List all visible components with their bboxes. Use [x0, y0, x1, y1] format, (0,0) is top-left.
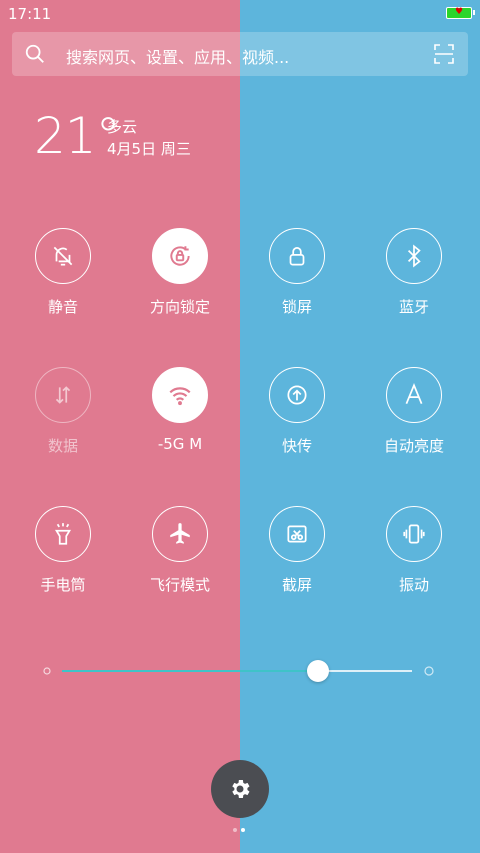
airplane-icon — [152, 506, 208, 562]
weather-date: 4月5日 周三 — [107, 140, 191, 158]
tile-label: 蓝牙 — [398, 298, 429, 316]
bluetooth-icon — [386, 228, 442, 284]
rotation-lock-icon — [152, 228, 208, 284]
search-bar[interactable]: 搜索网页、设置、应用、视频... — [12, 32, 468, 76]
tile-mute[interactable]: 静音 — [10, 228, 120, 328]
status-bar: 17:11 ♥ — [0, 0, 480, 28]
brightness-slider[interactable] — [62, 660, 412, 682]
vibrate-icon — [386, 506, 442, 562]
tile-data[interactable]: 数据 — [10, 367, 120, 467]
brightness-fill — [62, 670, 318, 672]
tile-label: 截屏 — [281, 576, 312, 594]
tile-label: 方向锁定 — [149, 298, 210, 316]
tile-flashlight[interactable]: 手电筒 — [10, 506, 120, 606]
tile-vibrate[interactable]: 振动 — [361, 506, 471, 606]
page-indicator — [231, 828, 251, 834]
bell-off-icon — [35, 228, 91, 284]
battery-icon: ♥ — [446, 7, 475, 19]
tile-quick-transfer[interactable]: 快传 — [244, 367, 354, 467]
tile-label: 静音 — [47, 298, 78, 316]
tile-label: 数据 — [47, 437, 78, 455]
tile-wifi[interactable]: -5G M — [127, 367, 237, 467]
tile-label: 飞行模式 — [149, 576, 210, 594]
brightness-thumb[interactable] — [306, 660, 329, 682]
brightness-high-icon — [424, 666, 434, 676]
tile-label: 自动亮度 — [383, 437, 444, 455]
page-dot-active — [241, 828, 245, 832]
settings-button[interactable] — [211, 760, 269, 818]
tile-label: 手电筒 — [40, 576, 86, 594]
tile-label: 锁屏 — [281, 298, 312, 316]
quick-transfer-icon — [269, 367, 325, 423]
tile-bluetooth[interactable]: 蓝牙 — [361, 228, 471, 328]
flashlight-icon — [35, 506, 91, 562]
auto-brightness-icon — [386, 367, 442, 423]
tile-label: 振动 — [398, 576, 429, 594]
tile-auto-brightness[interactable]: 自动亮度 — [361, 367, 471, 467]
brightness-low-icon — [43, 667, 51, 675]
screenshot-icon — [269, 506, 325, 562]
status-time: 17:11 — [8, 5, 52, 23]
lock-icon — [269, 228, 325, 284]
page-dot — [233, 828, 237, 832]
search-placeholder: 搜索网页、设置、应用、视频... — [66, 48, 290, 67]
tile-lock-screen[interactable]: 锁屏 — [244, 228, 354, 328]
tile-label: -5G M — [157, 435, 203, 453]
tile-label: 快传 — [281, 437, 312, 455]
scan-icon[interactable] — [434, 44, 454, 64]
tile-screenshot[interactable]: 截屏 — [244, 506, 354, 606]
gear-icon — [232, 780, 250, 798]
search-icon — [25, 44, 44, 63]
data-arrows-icon — [35, 367, 91, 423]
weather-condition: 多云 — [107, 118, 138, 136]
tile-rotation-lock[interactable]: 方向锁定 — [127, 228, 237, 328]
battery-heart-icon: ♥ — [455, 7, 464, 17]
wifi-icon — [152, 367, 208, 423]
tile-airplane-mode[interactable]: 飞行模式 — [127, 506, 237, 606]
